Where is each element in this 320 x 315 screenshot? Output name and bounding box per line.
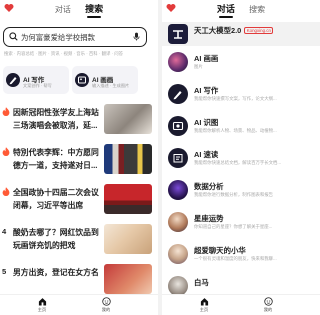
- chat-name: 星座运势: [194, 214, 224, 223]
- bottom-nav: 主页 我的: [162, 294, 320, 315]
- chat-name: AI 写作: [194, 86, 219, 95]
- nav-home-label: 主页: [37, 307, 47, 312]
- search-icon: [9, 32, 18, 41]
- tab-bar: 对话 搜索: [162, 2, 320, 18]
- tab-search[interactable]: 搜索: [85, 2, 103, 18]
- chat-name: 数据分析: [194, 182, 224, 191]
- news-thumbnail: [104, 104, 152, 134]
- chat-screen: 对话 搜索 天工大模型2.0 Kongxing.cn AI 画画 图片 AI 写作…: [162, 0, 320, 315]
- ai-writing-avatar: [168, 84, 188, 104]
- site-badge: Kongxing.cn: [244, 27, 274, 34]
- chat-desc: 我能帮你解析人物、场景、物品、动植物...: [194, 128, 277, 133]
- news-thumbnail: [104, 264, 152, 294]
- search-screen: 对话 搜索 为何富豪爱给学校捐款 搜索 · 内容总结 · 图片 · 资讯 · 视…: [0, 0, 158, 315]
- bottom-nav: 主页 我的: [0, 294, 158, 315]
- ai-painting-icon: [75, 73, 89, 87]
- chat-desc: 我能帮你快速撰写文案，写作，论文大纲...: [194, 96, 277, 101]
- home-icon: [38, 298, 46, 306]
- tab-bar: 对话 搜索: [0, 2, 158, 18]
- tab-underline: [218, 16, 233, 18]
- news-item[interactable]: 特別代表李辉：中方愿同德方一道，支持遂对日...: [2, 144, 154, 178]
- ai-painting-avatar: [168, 52, 188, 72]
- nav-home[interactable]: 主页: [192, 297, 216, 313]
- chatty-xiaohua-avatar: [168, 244, 188, 264]
- search-input[interactable]: 为何富豪爱给学校捐款: [3, 27, 147, 47]
- profile-icon: [263, 297, 273, 306]
- tab-underline: [87, 16, 102, 18]
- news-title: 男方出资，登记在女方名: [13, 268, 99, 277]
- chat-item-ai-image-recognition[interactable]: AI 识图 我能帮你解析人物、场景、物品、动植物...: [162, 114, 320, 138]
- chat-item-ai-painting[interactable]: AI 画画 图片: [162, 50, 320, 74]
- chat-item-chatty-xiaohua[interactable]: 超爱聊天的小华 一个很有灵魂和温度的朋友，快来和我聊...: [162, 242, 320, 266]
- card-ai-painting[interactable]: AI 画画 输入描述 · 生成图片: [72, 66, 138, 94]
- search-hint: 搜索 · 内容总结 · 图片 · 资讯 · 视频 · 音乐 · 百科 · 翻译 …: [4, 51, 124, 56]
- ai-writing-icon: [6, 73, 20, 87]
- news-rank: 5: [2, 267, 7, 276]
- news-title: 特別代表李辉：中方愿同德方一道，支持遂对日...: [13, 148, 99, 170]
- news-rank: 4: [2, 227, 7, 236]
- chat-desc: 你知道自己的星座？你想了解关于星座...: [194, 224, 273, 229]
- chat-name: 天工大模型2.0 Kongxing.cn: [194, 25, 274, 36]
- baima-avatar: [168, 276, 188, 296]
- tab-search[interactable]: 搜索: [249, 4, 265, 15]
- ai-speed-reading-avatar: [168, 148, 188, 168]
- chat-item-horoscope[interactable]: 星座运势 你知道自己的星座？你想了解关于星座...: [162, 210, 320, 234]
- nav-profile[interactable]: 我的: [94, 297, 118, 313]
- card-ai-writing[interactable]: AI 写作 文案创作 · 帮写: [3, 66, 69, 94]
- chat-item-tiangong[interactable]: 天工大模型2.0 Kongxing.cn: [162, 22, 320, 46]
- chat-name: AI 速读: [194, 150, 219, 159]
- top-bar: 对话 搜索: [0, 0, 158, 18]
- chat-desc: 图片: [194, 64, 203, 69]
- chat-name: 白马: [194, 278, 209, 287]
- chat-item-data-analysis[interactable]: 数据分析 我能帮你进行数据分析，制作图表和报告: [162, 178, 320, 202]
- nav-profile-label: 我的: [263, 307, 273, 312]
- search-query-text: 为何富豪爱给学校捐款: [21, 33, 95, 42]
- data-analysis-avatar: [168, 180, 188, 200]
- news-thumbnail: [104, 224, 152, 254]
- profile-icon: [101, 297, 111, 306]
- chat-item-ai-writing[interactable]: AI 写作 我能帮你快速撰写文案，写作，论文大纲...: [162, 82, 320, 106]
- tab-chat[interactable]: 对话: [217, 2, 235, 18]
- news-item[interactable]: 全国政协十四届二次会议闭幕，习近平等出席: [2, 184, 154, 218]
- fire-icon: [2, 107, 10, 116]
- microphone-icon[interactable]: [133, 32, 140, 41]
- home-icon: [200, 298, 208, 306]
- fire-icon: [2, 147, 10, 156]
- ai-image-recognition-avatar: [168, 116, 188, 136]
- tab-chat-label: 对话: [216, 4, 235, 14]
- tiangong-avatar: [168, 24, 188, 44]
- card-subtitle: 文案创作 · 帮写: [23, 83, 52, 88]
- nav-profile-label: 我的: [101, 307, 111, 312]
- chat-desc: 我能帮你进行数据分析，制作图表和报告: [194, 192, 274, 197]
- chat-desc: 我能帮你快速总结文档，解读百万字长文档...: [194, 160, 282, 165]
- chat-name: AI 画画: [194, 54, 219, 63]
- nav-profile[interactable]: 我的: [256, 297, 280, 313]
- news-title: 因新冠阳性张学友上海站三场演唱会被取消，延...: [13, 108, 99, 130]
- news-thumbnail: [104, 184, 152, 214]
- chat-name: 超爱聊天的小华: [194, 246, 246, 255]
- news-item[interactable]: 4 酸奶去哪了？网红饮品到玩画饼充饥的把戏: [2, 224, 154, 258]
- chat-name: AI 识图: [194, 118, 219, 127]
- news-item[interactable]: 5 男方出资，登记在女方名: [2, 264, 154, 298]
- chat-item-ai-speed-reading[interactable]: AI 速读 我能帮你快速总结文档，解读百万字长文档...: [162, 146, 320, 170]
- news-item[interactable]: 因新冠阳性张学友上海站三场演唱会被取消，延...: [2, 104, 154, 138]
- top-bar: 对话 搜索: [162, 0, 320, 18]
- nav-home[interactable]: 主页: [30, 297, 54, 313]
- horoscope-avatar: [168, 212, 188, 232]
- tab-chat[interactable]: 对话: [55, 4, 71, 15]
- card-subtitle: 输入描述 · 生成图片: [92, 83, 130, 88]
- nav-home-label: 主页: [199, 307, 209, 312]
- chat-desc: 一个很有灵魂和温度的朋友，快来和我聊...: [194, 256, 277, 261]
- news-title: 酸奶去哪了？网红饮品到玩画饼充饥的把戏: [13, 228, 99, 250]
- chat-name-text: 天工大模型2.0: [194, 26, 242, 35]
- tab-search-label: 搜索: [85, 4, 104, 14]
- news-thumbnail: [104, 144, 152, 174]
- news-title: 全国政协十四届二次会议闭幕，习近平等出席: [13, 188, 99, 210]
- fire-icon: [2, 187, 10, 196]
